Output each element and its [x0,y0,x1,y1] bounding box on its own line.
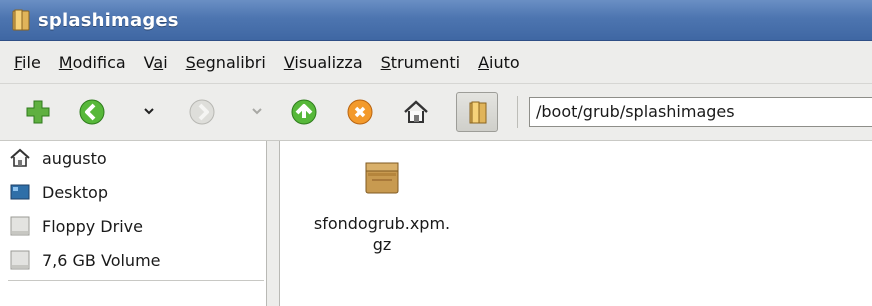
toolbar-separator [517,96,518,128]
place-augusto[interactable]: augusto [0,141,266,175]
menu-aiuto[interactable]: Aiuto [470,53,528,72]
home-button[interactable] [402,98,430,126]
file-view: sfondogrub.xpm. gz [280,141,872,306]
window-title: splashimages [38,9,179,31]
place-label: Floppy Drive [42,216,143,236]
forward-dropdown-icon[interactable] [250,104,264,118]
up-button[interactable] [290,98,318,126]
add-icon [26,100,50,124]
place-desktop[interactable]: Desktop [0,175,266,209]
folder-app-icon [12,9,30,31]
sidepane-toggle-icon [469,101,487,124]
home-icon [404,100,428,123]
places-divider [8,280,264,281]
menu-segnalibri[interactable]: Segnalibri [178,53,274,72]
up-icon [291,99,317,125]
forward-icon [189,99,215,125]
floppy-drive-icon [10,216,30,236]
desktop-icon [10,184,30,200]
menu-bar: File Modifica Vai Segnalibri Visualizza … [0,41,872,84]
stop-button[interactable] [346,98,374,126]
place-label: augusto [42,148,107,168]
menu-file[interactable]: File [6,53,49,72]
file-item[interactable]: sfondogrub.xpm. gz [294,153,470,255]
archive-icon [365,162,399,194]
file-name-line-2: gz [372,235,392,254]
toolbar: /boot/grub/splashimages [0,84,872,141]
place-floppy-drive[interactable]: Floppy Drive [0,209,266,243]
volume-icon [10,250,30,270]
back-button[interactable] [78,98,106,126]
menu-modifica[interactable]: Modifica [51,53,134,72]
forward-button[interactable] [188,98,216,126]
place-volume[interactable]: 7,6 GB Volume [0,243,266,277]
home-icon [10,148,30,167]
title-bar: splashimages [0,0,872,41]
place-label: Desktop [42,182,108,202]
menu-vai[interactable]: Vai [136,53,176,72]
place-label: 7,6 GB Volume [42,250,161,270]
menu-visualizza[interactable]: Visualizza [276,53,371,72]
menu-strumenti[interactable]: Strumenti [373,53,468,72]
new-tab-button[interactable] [24,98,52,126]
stop-icon [347,99,373,125]
sidepane-toggle-button[interactable] [456,92,498,132]
back-icon [79,99,105,125]
location-input[interactable]: /boot/grub/splashimages [529,97,872,127]
pane-splitter[interactable] [267,141,280,306]
file-name-line-1: sfondogrub.xpm. [313,214,451,233]
places-pane: augusto Desktop Floppy Drive 7,6 GB Volu… [0,141,267,306]
back-dropdown-icon[interactable] [142,104,156,118]
